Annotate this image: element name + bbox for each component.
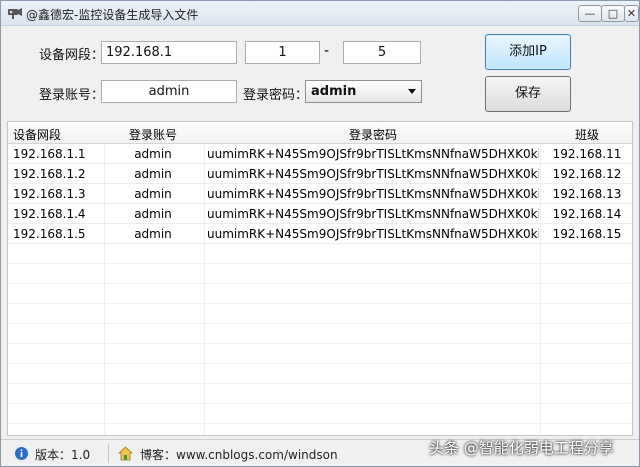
cell-network: 192.168.1.2 bbox=[13, 167, 86, 181]
password-label: 登录密码： bbox=[243, 88, 309, 103]
watermark-text: 头条 @智能化弱电工程分享 bbox=[429, 439, 614, 457]
empty-row bbox=[8, 244, 632, 264]
maximize-button[interactable]: □ bbox=[601, 5, 625, 22]
range-end-input[interactable]: 5 bbox=[343, 41, 421, 64]
home-icon bbox=[118, 446, 133, 461]
table-row[interactable]: 192.168.1.4 admin uumimRK+N45Sm9OJSfr9br… bbox=[8, 204, 632, 224]
window-title: @鑫德宏-监控设备生成导入文件 bbox=[26, 8, 199, 22]
empty-row bbox=[8, 324, 632, 344]
cell-account: admin bbox=[134, 147, 172, 161]
table-header: 设备网段 登录账号 登录密码 班级 bbox=[8, 122, 632, 144]
empty-row bbox=[8, 264, 632, 284]
camera-icon bbox=[8, 8, 22, 19]
status-divider bbox=[108, 444, 109, 463]
title-bar[interactable]: @鑫德宏-监控设备生成导入文件 — □ ✕ bbox=[1, 1, 639, 26]
range-start-input[interactable]: 1 bbox=[245, 41, 320, 64]
cell-account: admin bbox=[134, 167, 172, 181]
version-text: 版本：1.0 bbox=[35, 448, 91, 462]
cell-class: 192.168.12 bbox=[552, 167, 622, 181]
add-ip-button[interactable]: 添加IP bbox=[485, 34, 571, 70]
password-select[interactable]: admin bbox=[305, 80, 422, 103]
minimize-button[interactable]: — bbox=[578, 5, 602, 22]
cell-account: admin bbox=[134, 187, 172, 201]
table-row[interactable]: 192.168.1.1 admin uumimRK+N45Sm9OJSfr9br… bbox=[8, 144, 632, 164]
blog-link[interactable]: 博客：www.cnblogs.com/windson bbox=[140, 446, 338, 463]
cell-password: uumimRK+N45Sm9OJSfr9brTISLtKmsNNfnaW5DHX… bbox=[207, 187, 539, 201]
cell-class: 192.168.13 bbox=[552, 187, 622, 201]
chevron-down-icon bbox=[408, 89, 416, 94]
device-table[interactable]: 设备网段 登录账号 登录密码 班级 192.168.1.1 admin uumi… bbox=[7, 121, 633, 436]
cell-password: uumimRK+N45Sm9OJSfr9brTISLtKmsNNfnaW5DHX… bbox=[207, 147, 539, 161]
cell-account: admin bbox=[134, 227, 172, 241]
table-row[interactable]: 192.168.1.5 admin uumimRK+N45Sm9OJSfr9br… bbox=[8, 224, 632, 244]
cell-network: 192.168.1.4 bbox=[13, 207, 86, 221]
app-window: @鑫德宏-监控设备生成导入文件 — □ ✕ 设备网段： 192.168.1 1 … bbox=[0, 0, 640, 467]
cell-password: uumimRK+N45Sm9OJSfr9brTISLtKmsNNfnaW5DHX… bbox=[207, 227, 539, 241]
cell-class: 192.168.15 bbox=[552, 227, 622, 241]
cell-account: admin bbox=[134, 207, 172, 221]
cell-network: 192.168.1.5 bbox=[13, 227, 86, 241]
network-input[interactable]: 192.168.1 bbox=[101, 41, 237, 64]
col-header-network[interactable]: 设备网段 bbox=[13, 126, 103, 143]
table-row[interactable]: 192.168.1.2 admin uumimRK+N45Sm9OJSfr9br… bbox=[8, 164, 632, 184]
cell-class: 192.168.11 bbox=[552, 147, 622, 161]
empty-row bbox=[8, 344, 632, 364]
account-label: 登录账号： bbox=[39, 88, 105, 103]
empty-row bbox=[8, 364, 632, 384]
table-row[interactable]: 192.168.1.3 admin uumimRK+N45Sm9OJSfr9br… bbox=[8, 184, 632, 204]
info-icon bbox=[15, 447, 28, 460]
empty-row bbox=[8, 284, 632, 304]
col-header-password[interactable]: 登录密码 bbox=[207, 126, 539, 143]
empty-row bbox=[8, 384, 632, 404]
range-separator: - bbox=[324, 43, 330, 59]
account-input[interactable]: admin bbox=[101, 80, 237, 103]
cell-password: uumimRK+N45Sm9OJSfr9brTISLtKmsNNfnaW5DHX… bbox=[207, 207, 539, 221]
col-header-class[interactable]: 班级 bbox=[542, 126, 632, 143]
cell-network: 192.168.1.3 bbox=[13, 187, 86, 201]
cell-network: 192.168.1.1 bbox=[13, 147, 86, 161]
close-button[interactable]: ✕ bbox=[624, 5, 639, 22]
empty-row bbox=[8, 404, 632, 424]
password-select-value: admin bbox=[311, 84, 357, 99]
cell-class: 192.168.14 bbox=[552, 207, 622, 221]
empty-row bbox=[8, 304, 632, 324]
network-label: 设备网段： bbox=[39, 48, 105, 63]
cell-password: uumimRK+N45Sm9OJSfr9brTISLtKmsNNfnaW5DHX… bbox=[207, 167, 539, 181]
save-button[interactable]: 保存 bbox=[485, 76, 571, 112]
col-header-account[interactable]: 登录账号 bbox=[105, 126, 201, 143]
